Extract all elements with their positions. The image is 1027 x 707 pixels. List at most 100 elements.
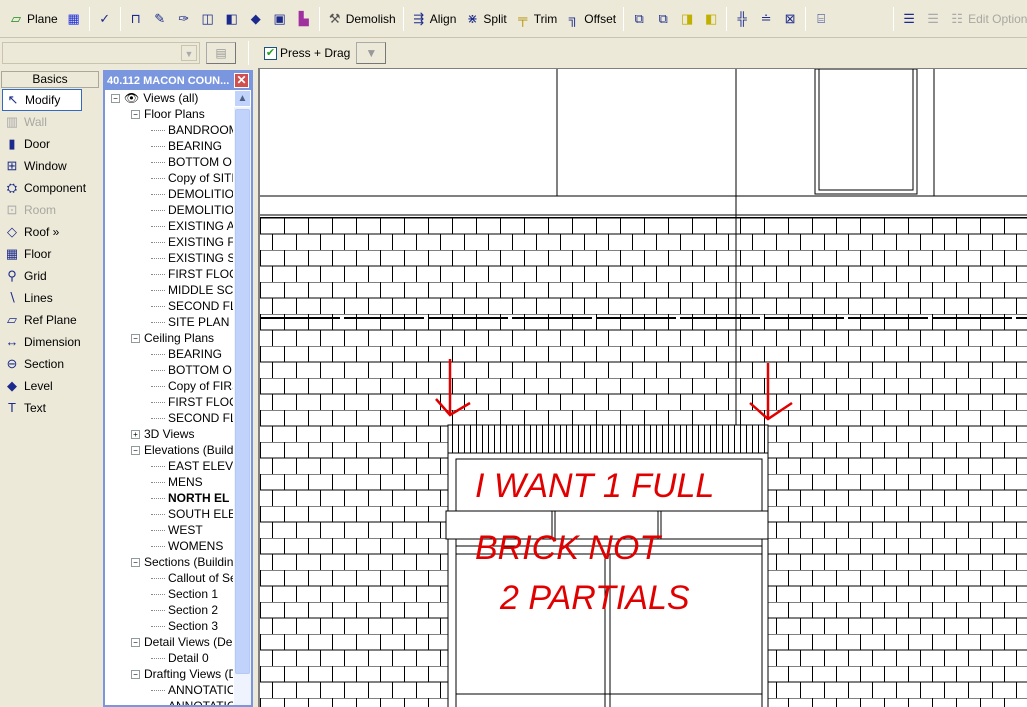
collapse-icon[interactable]: − bbox=[131, 558, 140, 568]
tree-view-item[interactable]: Section 3 bbox=[105, 618, 233, 634]
tree-group[interactable]: − Ceiling Plans bbox=[105, 330, 233, 346]
tree-group[interactable]: − Drafting Views (D bbox=[105, 666, 233, 682]
measure-button[interactable]: ⊓ bbox=[124, 7, 148, 31]
tree-view-item[interactable]: Copy of SITI bbox=[105, 170, 233, 186]
tree-group[interactable]: − Floor Plans bbox=[105, 106, 233, 122]
tree-view-item[interactable]: FIRST FLOO bbox=[105, 266, 233, 282]
demolish-button[interactable]: ⚒ Demolish bbox=[323, 7, 400, 31]
tree-view-item[interactable]: ANNOTATIO bbox=[105, 682, 233, 698]
tree-view-item[interactable]: MENS bbox=[105, 474, 233, 490]
design-bar-item-component[interactable]: ⛭ Component bbox=[0, 177, 100, 199]
tree-view-item[interactable]: BEARING bbox=[105, 346, 233, 362]
design-bar-item-grid[interactable]: ⚲ Grid bbox=[0, 265, 100, 287]
tree-group[interactable]: − Detail Views (De bbox=[105, 634, 233, 650]
scroll-up-icon[interactable]: ▲ bbox=[234, 90, 251, 107]
group-button[interactable]: ⌸ bbox=[809, 7, 833, 31]
rotate-button[interactable]: ◨ bbox=[675, 7, 699, 31]
collapse-icon[interactable]: − bbox=[131, 110, 140, 120]
tree-view-item[interactable]: FIRST FLOO bbox=[105, 394, 233, 410]
collapse-icon[interactable]: − bbox=[131, 638, 140, 648]
drawing-canvas[interactable]: I WANT 1 FULL BRICK NOT 2 PARTIALS bbox=[258, 68, 1027, 707]
grid-tool-button[interactable]: ▦ bbox=[62, 7, 86, 31]
paint-button[interactable]: ◆ bbox=[244, 7, 268, 31]
spelling-button[interactable]: ✓ bbox=[93, 7, 117, 31]
tree-view-item[interactable]: BOTTOM O bbox=[105, 362, 233, 378]
design-bar-item-level[interactable]: ◆ Level bbox=[0, 375, 100, 397]
tree-view-item[interactable]: SECOND FL bbox=[105, 410, 233, 426]
add-to-set-button[interactable]: ☰ bbox=[921, 7, 945, 31]
move-button[interactable]: ⧉ bbox=[651, 7, 675, 31]
properties-button[interactable]: ▤ bbox=[206, 42, 236, 64]
design-bar-item-section[interactable]: ⊖ Section bbox=[0, 353, 100, 375]
tree-view-item[interactable]: ANNOTATIO bbox=[105, 698, 233, 705]
tree-group[interactable]: − Sections (Buildin bbox=[105, 554, 233, 570]
filter-button[interactable]: ▼ bbox=[356, 42, 387, 64]
match-type-button[interactable]: ✎ bbox=[148, 7, 172, 31]
tree-view-item[interactable]: EXISTING A bbox=[105, 218, 233, 234]
plane-button[interactable]: ▱ Plane bbox=[4, 7, 62, 31]
tree-view-item[interactable]: EXISTING S bbox=[105, 250, 233, 266]
tree-view-item[interactable]: WOMENS bbox=[105, 538, 233, 554]
split-face-button[interactable]: ▙ bbox=[292, 7, 316, 31]
split-button[interactable]: ⋇ Split bbox=[460, 7, 510, 31]
pin-button[interactable]: ⊠ bbox=[778, 7, 802, 31]
tree-group[interactable]: − Elevations (Build bbox=[105, 442, 233, 458]
tree-view-item[interactable]: MIDDLE SC bbox=[105, 282, 233, 298]
cut-geometry-button[interactable]: ▣ bbox=[268, 7, 292, 31]
align-button[interactable]: ⇶ Align bbox=[407, 7, 461, 31]
tree-view-item[interactable]: WEST bbox=[105, 522, 233, 538]
mirror-button[interactable]: ◧ bbox=[699, 7, 723, 31]
tree-view-item[interactable]: BEARING bbox=[105, 138, 233, 154]
tree-view-item[interactable]: SITE PLAN bbox=[105, 314, 233, 330]
collapse-icon[interactable]: − bbox=[131, 670, 140, 680]
close-icon[interactable]: ✕ bbox=[234, 73, 249, 88]
design-bar-item-window[interactable]: ⊞ Window bbox=[0, 155, 100, 177]
scrollbar-thumb[interactable] bbox=[235, 109, 250, 674]
vertical-scrollbar[interactable]: ▲ bbox=[234, 90, 251, 705]
join-button[interactable]: ◫ bbox=[196, 7, 220, 31]
tree-view-item[interactable]: BOTTOM O bbox=[105, 154, 233, 170]
design-bar-item-floor[interactable]: ▦ Floor bbox=[0, 243, 100, 265]
tree-view-item[interactable]: Copy of FIRS bbox=[105, 378, 233, 394]
tree-view-item[interactable]: Section 1 bbox=[105, 586, 233, 602]
copy-button[interactable]: ⧉ bbox=[627, 7, 651, 31]
tree-view-item[interactable]: Callout of Se bbox=[105, 570, 233, 586]
collapse-icon[interactable]: − bbox=[131, 446, 140, 456]
resize-button[interactable]: ≐ bbox=[754, 7, 778, 31]
tree-group[interactable]: +3D Views bbox=[105, 426, 233, 442]
tree-view-item[interactable]: Detail 0 bbox=[105, 650, 233, 666]
tree-view-item[interactable]: SOUTH ELE bbox=[105, 506, 233, 522]
collapse-icon[interactable]: − bbox=[111, 94, 120, 104]
design-options-button[interactable]: ☰ bbox=[897, 7, 921, 31]
tree-view-item[interactable]: EAST ELEV bbox=[105, 458, 233, 474]
design-bar-item-wall[interactable]: ▥ Wall bbox=[0, 111, 100, 133]
edit-option-button[interactable]: ☷ Edit Option bbox=[945, 7, 1027, 31]
tree-view-item[interactable]: BANDROOM bbox=[105, 122, 233, 138]
type-selector[interactable]: ▼ bbox=[2, 42, 200, 64]
design-bar-item-modify[interactable]: ↖ Modify bbox=[2, 89, 82, 111]
pick-tool-button[interactable]: ✑ bbox=[172, 7, 196, 31]
offset-button[interactable]: ╗ Offset bbox=[561, 7, 620, 31]
tab-basics[interactable]: Basics bbox=[1, 71, 99, 88]
expand-icon[interactable]: + bbox=[131, 430, 140, 440]
design-bar-item-room[interactable]: ⊡ Room bbox=[0, 199, 100, 221]
tree-group[interactable]: − 👁 Views (all) bbox=[105, 90, 233, 106]
design-bar-item-dimension[interactable]: ↔ Dimension bbox=[0, 331, 100, 353]
design-bar-item-ref-plane[interactable]: ▱ Ref Plane bbox=[0, 309, 100, 331]
chevron-down-icon[interactable]: ▼ bbox=[181, 45, 197, 61]
tree-view-item[interactable]: DEMOLITIO bbox=[105, 202, 233, 218]
tree-view-item[interactable]: SECOND FL bbox=[105, 298, 233, 314]
tree-view-item[interactable]: NORTH EL bbox=[105, 490, 233, 506]
design-bar-item-door[interactable]: ▮ Door bbox=[0, 133, 100, 155]
collapse-icon[interactable]: − bbox=[131, 334, 140, 344]
design-bar-item-roof[interactable]: ◇ Roof » bbox=[0, 221, 100, 243]
unjoin-button[interactable]: ◧ bbox=[220, 7, 244, 31]
design-bar-item-text[interactable]: T Text bbox=[0, 397, 100, 419]
tree-view-item[interactable]: DEMOLITIO bbox=[105, 186, 233, 202]
tree-view-item[interactable]: EXISTING F bbox=[105, 234, 233, 250]
array-button[interactable]: ╬ bbox=[730, 7, 754, 31]
press-drag-checkbox[interactable]: ✔ Press + Drag bbox=[264, 46, 350, 60]
design-bar-item-lines[interactable]: ∖ Lines bbox=[0, 287, 100, 309]
tree-view-item[interactable]: Section 2 bbox=[105, 602, 233, 618]
trim-button[interactable]: ╤ Trim bbox=[511, 7, 562, 31]
